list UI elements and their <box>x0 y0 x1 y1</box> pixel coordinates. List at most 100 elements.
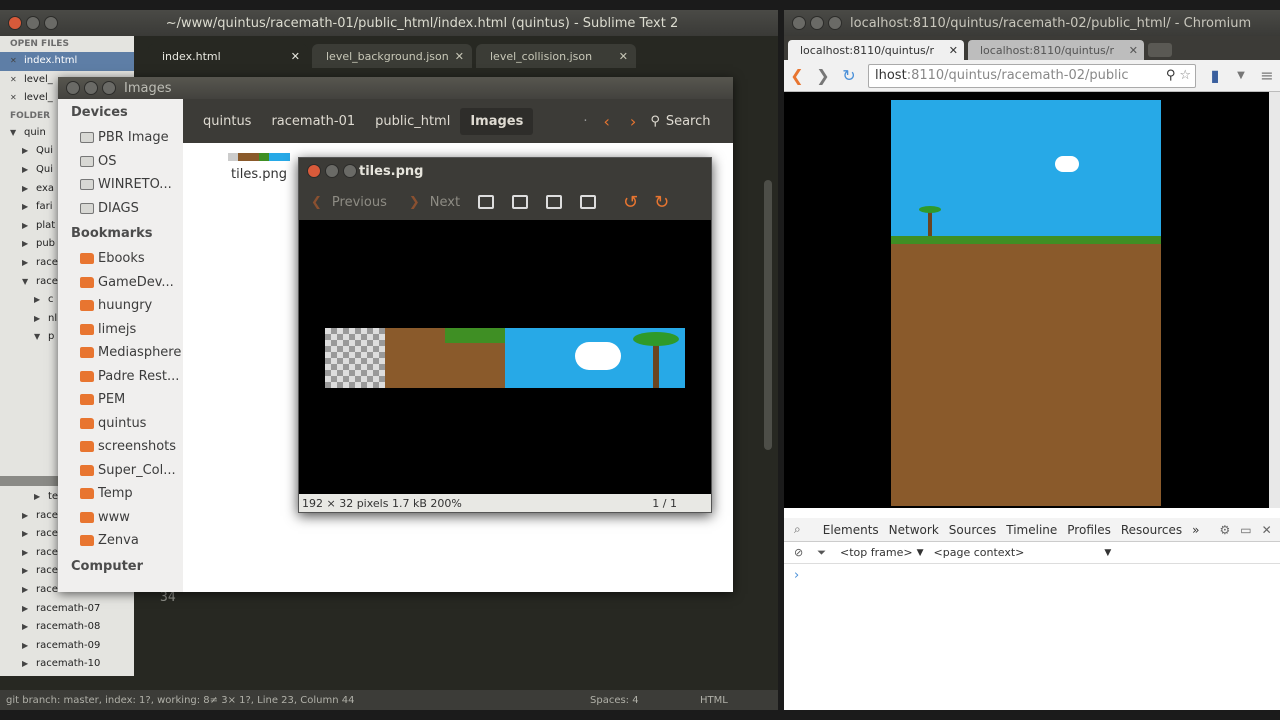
expanded-arrow-icon[interactable]: ▼ <box>22 273 28 292</box>
status-syntax[interactable]: HTML <box>700 695 728 706</box>
frame-select[interactable]: <top frame> <box>840 546 913 559</box>
forward-arrow-icon[interactable]: › <box>630 112 636 131</box>
dock-icon[interactable]: ▭ <box>1240 523 1251 537</box>
open-file-item[interactable]: ✕ index.html <box>0 52 134 71</box>
normal-size-icon[interactable] <box>546 195 563 209</box>
browser-tab[interactable]: localhost:8110/quintus/r ✕ <box>788 40 964 60</box>
sidebar-item[interactable]: Zenva <box>58 529 183 553</box>
folder-item[interactable]: ▶ racemath-09 <box>0 637 134 656</box>
next-arrow-icon[interactable]: ❯ <box>409 195 420 210</box>
devtools-tab[interactable]: » <box>1192 523 1199 537</box>
close-button[interactable] <box>66 81 80 95</box>
expanded-arrow-icon[interactable]: ▼ <box>10 124 16 143</box>
expanded-arrow-icon[interactable]: ▼ <box>34 328 40 347</box>
rotate-right-icon[interactable]: ↻ <box>654 192 669 213</box>
close-icon[interactable]: ✕ <box>455 50 464 63</box>
sidebar-item[interactable]: limejs <box>58 318 183 342</box>
collapsed-arrow-icon[interactable]: ▶ <box>22 217 28 236</box>
sidebar-item[interactable]: OS <box>58 150 183 174</box>
status-spaces[interactable]: Spaces: 4 <box>590 695 700 706</box>
zoom-out-icon[interactable] <box>512 195 529 209</box>
minimize-button[interactable] <box>84 81 98 95</box>
collapsed-arrow-icon[interactable]: ▶ <box>34 291 40 310</box>
close-icon[interactable]: ✕ <box>10 89 17 108</box>
settings-icon[interactable]: ⚙ <box>1220 523 1231 537</box>
collapsed-arrow-icon[interactable]: ▶ <box>22 180 28 199</box>
sidebar-item[interactable]: PBR Image <box>58 126 183 150</box>
collapsed-arrow-icon[interactable]: ▶ <box>22 254 28 273</box>
minimize-button[interactable] <box>325 164 339 178</box>
collapsed-arrow-icon[interactable]: ▶ <box>22 507 28 526</box>
minimize-button[interactable] <box>810 16 824 30</box>
new-tab-button[interactable] <box>1148 43 1172 57</box>
close-button[interactable] <box>307 164 321 178</box>
close-icon[interactable]: ✕ <box>10 71 17 90</box>
editor-tab[interactable]: index.html ✕ <box>148 44 308 68</box>
devtools-tab[interactable]: Resources <box>1121 523 1182 537</box>
sidebar-item[interactable]: screenshots <box>58 435 183 459</box>
back-icon[interactable]: ❮ <box>784 66 810 85</box>
breadcrumb-item[interactable]: racemath-01 <box>261 108 365 135</box>
collapsed-arrow-icon[interactable]: ▶ <box>34 310 40 329</box>
reload-icon[interactable]: ↻ <box>836 66 862 85</box>
search-icon[interactable]: ⚲ <box>1166 68 1180 83</box>
zoom-in-icon[interactable] <box>478 195 495 209</box>
breadcrumb-item[interactable]: public_html <box>365 108 460 135</box>
dropdown-icon[interactable]: ▼ <box>1228 70 1254 81</box>
sidebar-item[interactable]: Temp <box>58 482 183 506</box>
collapsed-arrow-icon[interactable]: ▶ <box>22 161 28 180</box>
sidebar-item[interactable]: Mediasphere <box>58 341 183 365</box>
collapsed-arrow-icon[interactable]: ▶ <box>22 544 28 563</box>
search-button[interactable]: Search <box>666 114 711 129</box>
sidebar-item[interactable]: DIAGS <box>58 197 183 221</box>
collapsed-arrow-icon[interactable]: ▶ <box>22 198 28 217</box>
collapsed-arrow-icon[interactable]: ▶ <box>22 235 28 254</box>
maximize-button[interactable] <box>343 164 357 178</box>
folder-item[interactable]: ▶ racemath-08 <box>0 618 134 637</box>
rotate-left-icon[interactable]: ↺ <box>623 192 638 213</box>
sidebar-item[interactable]: Padre Rest... <box>58 365 183 389</box>
devtools-tab[interactable]: Network <box>889 523 939 537</box>
close-icon[interactable]: ✕ <box>291 50 300 63</box>
search-icon[interactable]: ⚲ <box>650 114 660 129</box>
folder-item[interactable]: ▶ racemath-10 <box>0 655 134 674</box>
maximize-button[interactable] <box>102 81 116 95</box>
devtools-tab[interactable]: Profiles <box>1067 523 1111 537</box>
close-button[interactable] <box>792 16 806 30</box>
devtools-tab[interactable]: Timeline <box>1006 523 1057 537</box>
breadcrumb-item[interactable]: Images <box>460 107 534 135</box>
next-button[interactable]: Next <box>430 195 460 210</box>
clear-console-icon[interactable]: ⊘ <box>794 546 803 559</box>
maximize-button[interactable] <box>828 16 842 30</box>
collapsed-arrow-icon[interactable]: ▶ <box>34 488 40 507</box>
browser-tab[interactable]: localhost:8110/quintus/r ✕ <box>968 40 1144 60</box>
collapsed-arrow-icon[interactable]: ▶ <box>22 637 28 656</box>
extension-icon[interactable]: ▮ <box>1202 66 1228 85</box>
game-canvas[interactable] <box>891 100 1161 506</box>
filter-icon[interactable]: ⏷ <box>817 546 826 560</box>
minimize-button[interactable] <box>26 16 40 30</box>
collapsed-arrow-icon[interactable]: ▶ <box>22 600 28 619</box>
devtools-tab[interactable]: Sources <box>949 523 996 537</box>
close-button[interactable] <box>8 16 22 30</box>
sidebar-item[interactable]: Super_Col... <box>58 459 183 483</box>
sidebar-item[interactable]: WINRETO... <box>58 173 183 197</box>
devtools-tab[interactable]: Elements <box>823 523 879 537</box>
previous-button[interactable]: Previous <box>332 195 387 210</box>
sidebar-item[interactable]: PEM <box>58 388 183 412</box>
collapsed-arrow-icon[interactable]: ▶ <box>22 655 28 674</box>
editor-tab[interactable]: level_collision.json ✕ <box>476 44 636 68</box>
sidebar-item[interactable]: Ebooks <box>58 247 183 271</box>
breadcrumb-item[interactable]: quintus <box>193 108 261 135</box>
inspect-icon[interactable]: ⌕ <box>794 522 801 537</box>
editor-scrollbar[interactable] <box>764 180 772 450</box>
chevron-down-icon[interactable]: ▼ <box>1104 548 1111 558</box>
collapsed-arrow-icon[interactable]: ▶ <box>22 618 28 637</box>
close-icon[interactable]: ✕ <box>10 52 17 71</box>
collapsed-arrow-icon[interactable]: ▶ <box>22 562 28 581</box>
fit-window-icon[interactable] <box>580 195 597 209</box>
collapsed-arrow-icon[interactable]: ▶ <box>22 525 28 544</box>
menu-icon[interactable]: ≡ <box>1254 66 1280 85</box>
page-scrollbar[interactable] <box>1269 92 1280 508</box>
previous-arrow-icon[interactable]: ❮ <box>311 195 322 210</box>
